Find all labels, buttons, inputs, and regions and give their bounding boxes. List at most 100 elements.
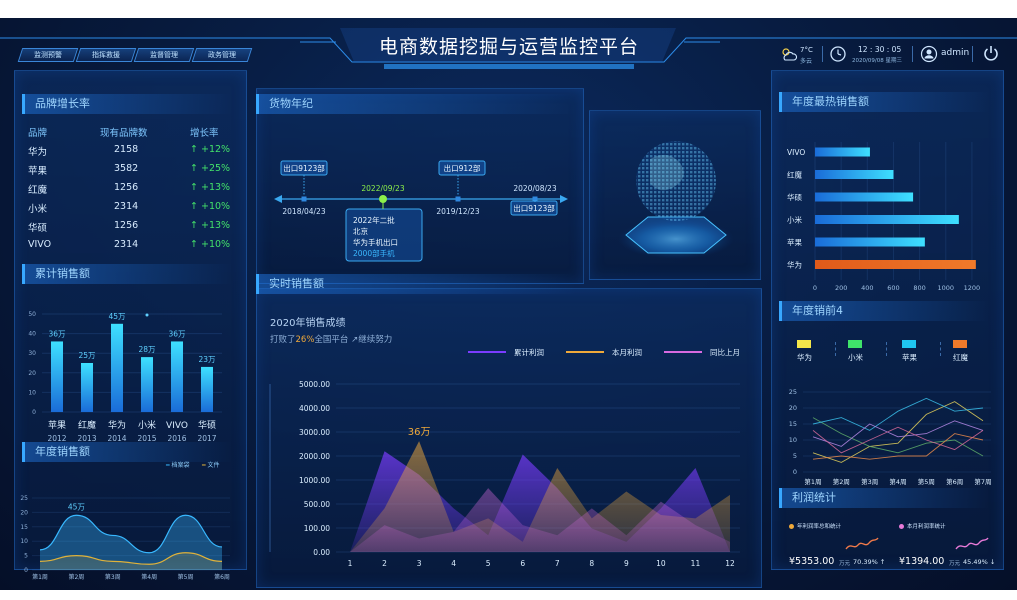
brand-count: 3582: [114, 163, 139, 174]
divider: [940, 342, 941, 356]
y-tick-label: 5000.00: [299, 380, 330, 389]
x-tick-label: 11: [691, 559, 701, 568]
legend-swatch: [797, 340, 811, 348]
legend-dot: [899, 524, 904, 529]
timeline: 2018/04/23 出口9123部 2022/09/23 2019/12/23 出口9…: [274, 160, 568, 262]
realtime-title: 实时销售额: [256, 274, 576, 294]
divider: [972, 46, 973, 62]
y-category-label: 红魔: [787, 170, 802, 180]
legend-swatch: [953, 340, 967, 348]
y-tick-label: 15: [20, 524, 28, 531]
y-tick-label: 10: [20, 538, 28, 545]
nav-government[interactable]: 政务管理: [191, 48, 253, 62]
nav-monitor-warning[interactable]: 监测预警: [17, 48, 79, 62]
nav-supervision[interactable]: 监督管理: [133, 48, 195, 62]
y-tick-label: 10: [789, 436, 797, 444]
brand-name: 华为: [28, 147, 48, 158]
nav-command-rescue[interactable]: 指挥救援: [75, 48, 137, 62]
divider: [822, 46, 823, 62]
y-tick-label: 5: [24, 553, 28, 560]
bar: [815, 147, 870, 157]
legend-swatch: [468, 351, 506, 353]
weather-desc: 多云: [800, 58, 813, 65]
timeline-label: 出口9123部: [283, 163, 325, 173]
x-tick-label: 第4周: [141, 573, 157, 581]
bar: [815, 170, 894, 179]
bar-value-label: 23万: [198, 355, 216, 364]
timeline-title: 货物年纪: [256, 94, 576, 114]
profit-percent: 45.49% ↓: [963, 558, 996, 566]
y-tick-label: 4000.00: [299, 404, 330, 413]
x-tick-label: 华硕: [198, 419, 216, 431]
brand-row: 苹果 3582 ↑ +25%: [28, 163, 234, 177]
x-tick-label: 8: [589, 559, 594, 568]
brand-rate: ↑ +10%: [190, 201, 231, 212]
y-tick-label: 2000.00: [299, 452, 330, 461]
annual-sales-chart: 25 20 15 10 5 0 第1周 第2周 第3周 第4周 第5周 第6周 45万: [20, 495, 230, 581]
brand-count: 1256: [114, 220, 139, 231]
x-tick-label: 第3周: [105, 573, 121, 581]
bar-value-label: 45万: [108, 312, 126, 321]
x-tick-label: 第6周: [946, 477, 963, 486]
x-tick-label: 第5周: [918, 477, 935, 486]
legend-label: 苹果: [902, 353, 917, 362]
y-category-label: VIVO: [787, 148, 805, 157]
bar: [201, 366, 213, 412]
cumulative-sales-title: 累计销售额: [22, 264, 232, 284]
y-tick-label: 30: [28, 350, 36, 357]
user-icon[interactable]: [920, 45, 938, 63]
x-tick-label: 第3周: [861, 477, 878, 486]
timeline-label: 出口9123部: [513, 203, 555, 213]
x-tick-label: 3: [417, 559, 422, 568]
timeline-date: 2022/09/23: [361, 184, 404, 193]
annual-sales-title: 年度销售额: [22, 442, 232, 462]
arrow-left-icon: [274, 195, 282, 203]
x-tick-label: 800: [913, 284, 925, 290]
bar: [815, 237, 925, 247]
brand-name: VIVO: [28, 239, 52, 250]
x-tick-label: 华为: [108, 419, 126, 431]
sparkline-path: [955, 537, 989, 550]
brand-row: 华为 2158 ↑ +12%: [28, 144, 234, 158]
timeline-node: [455, 196, 461, 202]
x-tick-label: VIVO: [166, 421, 188, 431]
x-tick-label: 12: [725, 559, 735, 568]
globe-panel: [589, 110, 761, 280]
hot-sales-chart: 0 200 400 600 800 1000 1200 VIVO 红魔华硕小米苹果华为: [787, 142, 980, 290]
y-tick-label: 0.00: [313, 548, 330, 557]
bar-value-label: 36万: [48, 329, 66, 338]
legend-swatch: [902, 340, 916, 348]
y-tick-label: 20: [28, 370, 36, 377]
brand-count: 2158: [114, 144, 139, 155]
x-tick-label: 10: [656, 559, 666, 568]
legend-label: 红魔: [953, 353, 968, 362]
bar-value-label: 28万: [138, 345, 156, 354]
x-tick-label: 第7周: [974, 477, 991, 486]
username[interactable]: admin: [941, 48, 969, 58]
clock-date: 2020/09/08 星期三: [852, 58, 902, 64]
legend-item: ━ 文件: [202, 462, 220, 469]
x-tick-label: 第4周: [889, 477, 906, 486]
legend-dot: [789, 524, 794, 529]
divider: [835, 342, 836, 356]
page-title: 电商数据挖掘与运营监控平台: [378, 36, 639, 58]
y-category-label: 小米: [787, 215, 802, 225]
power-icon[interactable]: [982, 44, 1000, 62]
y-tick-label: 25: [20, 495, 28, 502]
sparkline: [955, 537, 989, 550]
brand-name: 华硕: [28, 223, 48, 234]
brand-row: VIVO 2314 ↑ +10%: [28, 239, 234, 253]
cumulative-sales-chart: 5040302010036万苹果201225万红魔201345万华为201428…: [28, 311, 222, 443]
brand-rate: ↑ +13%: [190, 220, 231, 231]
x-tick-label: 0: [813, 284, 817, 290]
arrow-right-icon: [560, 195, 568, 203]
profit-unit: 万元: [839, 561, 851, 567]
brand-row: 红魔 1256 ↑ +13%: [28, 182, 234, 196]
x-tick-label: 苹果: [48, 419, 66, 431]
weather-temp: 7°C: [800, 46, 813, 54]
profit-percent: 70.39% ↑: [853, 558, 886, 566]
realtime-sales-chart: 5000.00 4000.00 3000.00 2000.00 1000.00 500.0…: [269, 380, 740, 568]
y-tick-label: 50: [28, 311, 36, 318]
brand-growth-title: 品牌增长率: [22, 94, 232, 114]
divider: [886, 342, 887, 356]
